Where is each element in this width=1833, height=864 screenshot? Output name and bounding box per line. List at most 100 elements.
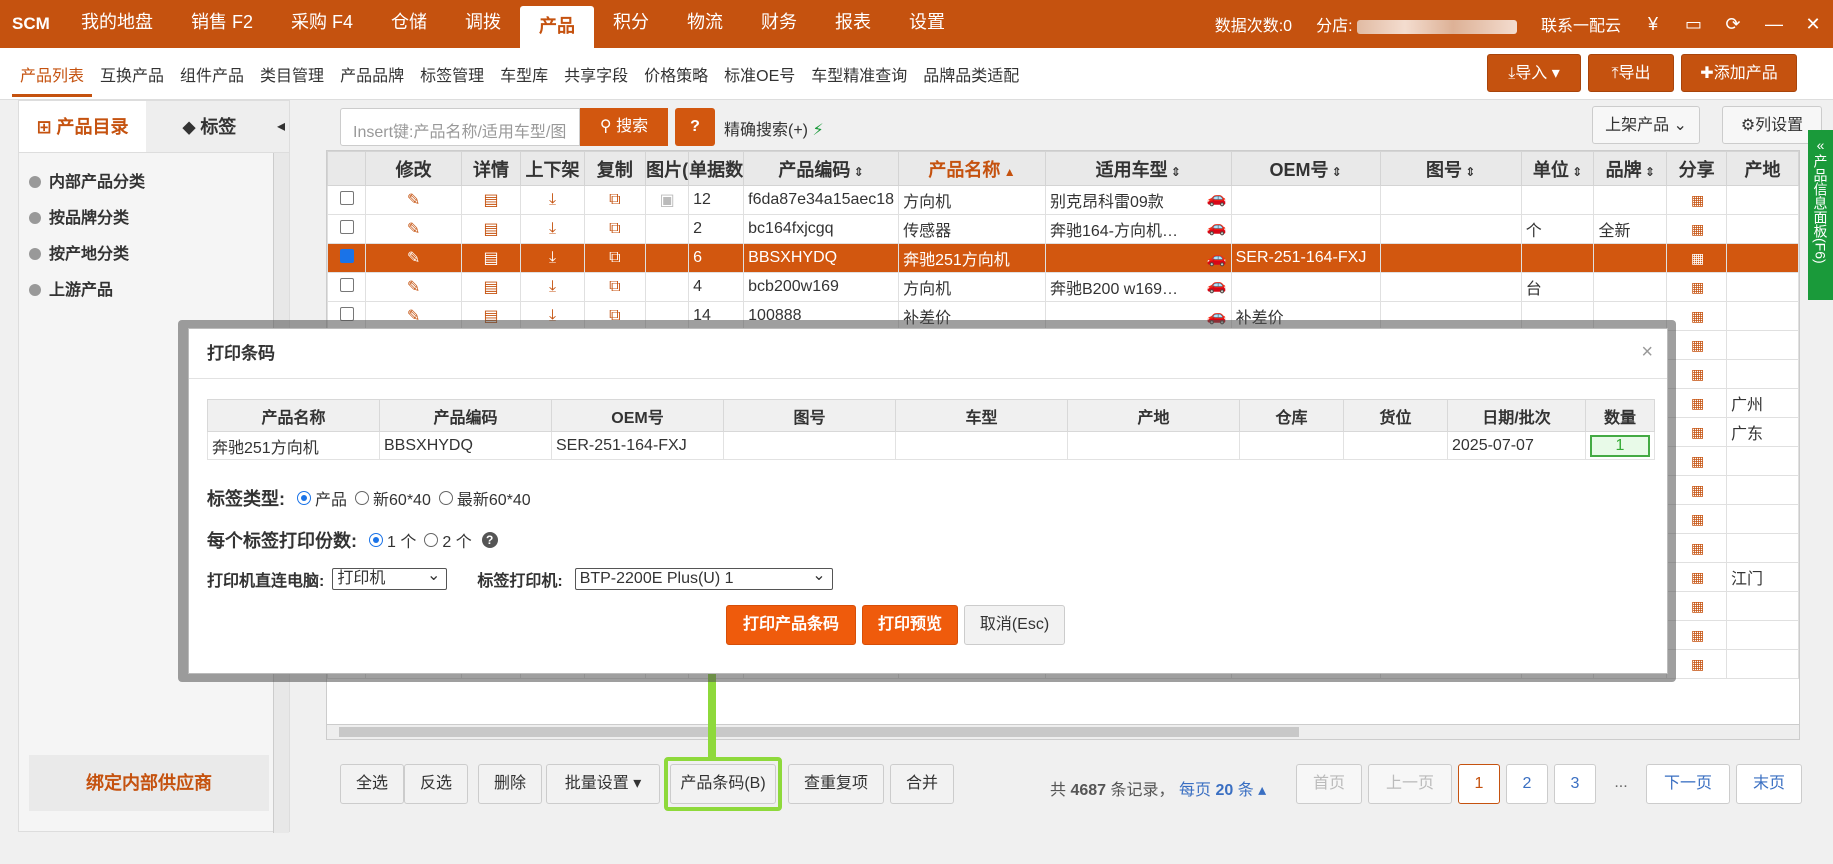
- collapse-left-icon[interactable]: ◂: [273, 101, 289, 152]
- shelf-toggle-icon[interactable]: ⤓: [520, 185, 585, 215]
- subnav-item-5[interactable]: 标签管理: [412, 62, 492, 97]
- batch-settings-button[interactable]: 批量设置 ▾: [546, 764, 660, 804]
- nav-item-4[interactable]: 调拨: [446, 0, 520, 48]
- subnav-item-7[interactable]: 共享字段: [556, 62, 636, 97]
- detail-icon[interactable]: ▤: [460, 272, 522, 302]
- last-page-button[interactable]: 末页: [1736, 764, 1802, 804]
- edit-icon[interactable]: ✎: [365, 214, 462, 244]
- nav-item-7[interactable]: 物流: [668, 0, 742, 48]
- minimize-icon[interactable]: —: [1753, 14, 1793, 35]
- table-row[interactable]: ✎ ▤ ⤓ ⧉ 4 bcb200w169 方向机 奔驰B200 w169… 🚗 台 ▦: [327, 272, 1799, 302]
- label-type-product-radio[interactable]: [297, 491, 311, 505]
- nav-item-2[interactable]: 采购 F4: [272, 0, 372, 48]
- yen-icon[interactable]: ¥: [1633, 14, 1673, 35]
- copies-help-icon[interactable]: ?: [481, 532, 498, 548]
- grid-header-5[interactable]: 单据数: [688, 151, 745, 186]
- grid-header-7[interactable]: 产品名称 ▲: [898, 151, 1046, 186]
- grid-header-0[interactable]: 修改: [365, 151, 462, 186]
- close-icon[interactable]: ✕: [1793, 14, 1833, 35]
- shelf-filter-dropdown[interactable]: 上架产品 ⌄: [1592, 106, 1700, 144]
- grid-header-1[interactable]: 详情: [460, 151, 522, 186]
- merge-button[interactable]: 合并: [890, 764, 954, 804]
- subnav-item-8[interactable]: 价格策略: [636, 62, 716, 97]
- label-printer-select[interactable]: BTP-2200E Plus(U) 1: [574, 566, 833, 590]
- quantity-cell[interactable]: 1: [1585, 431, 1655, 460]
- edit-icon[interactable]: ✎: [365, 185, 462, 215]
- search-button[interactable]: ⚲ 搜索: [580, 108, 668, 146]
- quantity-input[interactable]: 1: [1590, 434, 1650, 457]
- export-button[interactable]: ⤒导出: [1588, 54, 1674, 92]
- table-row[interactable]: ✎ ▤ ⤓ ⧉ ▣ 12 f6da87e34a15aec18 方向机 别克昂科雷09款 🚗 ▦: [327, 185, 1799, 215]
- subnav-item-9[interactable]: 标准OE号: [716, 62, 803, 97]
- row-checkbox[interactable]: [339, 277, 354, 292]
- print-barcode-button[interactable]: 打印产品条码: [726, 605, 856, 645]
- grid-header-2[interactable]: 上下架: [520, 151, 585, 186]
- subnav-item-3[interactable]: 类目管理: [252, 62, 332, 97]
- add-product-button[interactable]: ✚添加产品: [1681, 54, 1797, 92]
- row-checkbox-cell[interactable]: [327, 185, 367, 215]
- grid-header-3[interactable]: 复制: [583, 151, 647, 186]
- column-settings-button[interactable]: ⚙列设置: [1722, 106, 1822, 144]
- table-row[interactable]: ✎ ▤ ⤓ ⧉ 6 BBSXHYDQ 奔驰251方向机 🚗 SER-251-164-FXJ ▦: [327, 243, 1799, 273]
- row-checkbox[interactable]: [339, 248, 354, 263]
- check-duplicates-button[interactable]: 查重复项: [788, 764, 884, 804]
- subnav-item-0[interactable]: 产品列表: [12, 62, 93, 97]
- product-info-panel-tab[interactable]: «产品信息面板(F6): [1808, 130, 1833, 300]
- scroll-thumb[interactable]: [339, 727, 1299, 737]
- cancel-button[interactable]: 取消(Esc): [964, 605, 1065, 645]
- precise-search-link[interactable]: 精确搜索(+) ⚡: [724, 116, 824, 140]
- subnav-item-6[interactable]: 车型库: [492, 62, 556, 97]
- search-input[interactable]: Insert键:产品名称/适用车型/图: [340, 108, 580, 146]
- first-page-button[interactable]: 首页: [1296, 764, 1362, 804]
- message-icon[interactable]: ▭: [1673, 14, 1713, 35]
- nav-item-5[interactable]: 产品: [520, 6, 595, 48]
- car-icon[interactable]: 🚗: [1207, 217, 1227, 237]
- subnav-item-10[interactable]: 车型精准查询: [803, 62, 915, 97]
- nav-item-6[interactable]: 积分: [594, 0, 668, 48]
- refresh-icon[interactable]: ⟳: [1713, 14, 1753, 35]
- category-item-0[interactable]: 内部产品分类: [19, 165, 289, 201]
- share-qr-icon[interactable]: ▦: [1666, 214, 1727, 244]
- copy-icon[interactable]: ⧉: [583, 214, 647, 244]
- nav-item-0[interactable]: 我的地盘: [62, 0, 172, 48]
- nav-item-3[interactable]: 仓储: [372, 0, 446, 48]
- row-checkbox[interactable]: [339, 190, 354, 205]
- share-qr-icon[interactable]: ▦: [1666, 185, 1727, 215]
- delete-button[interactable]: 删除: [478, 764, 542, 804]
- detail-icon[interactable]: ▤: [460, 243, 522, 273]
- grid-header-11[interactable]: 单位 ⇕: [1520, 151, 1595, 186]
- subnav-item-4[interactable]: 产品品牌: [332, 62, 412, 97]
- copy-icon[interactable]: ⧉: [583, 272, 647, 302]
- row-checkbox[interactable]: [339, 219, 354, 234]
- grid-horizontal-scrollbar[interactable]: [326, 724, 1800, 740]
- nav-item-8[interactable]: 财务: [742, 0, 816, 48]
- tab-catalog[interactable]: ⊞ 产品目录: [19, 101, 146, 152]
- category-item-2[interactable]: 按产地分类: [19, 237, 289, 273]
- subnav-item-2[interactable]: 组件产品: [172, 62, 252, 97]
- copy-icon[interactable]: ⧉: [583, 243, 647, 273]
- prev-page-button[interactable]: 上一页: [1368, 764, 1452, 804]
- detail-icon[interactable]: ▤: [460, 185, 522, 215]
- invert-selection-button[interactable]: 反选: [404, 764, 468, 804]
- label-type-new6040-radio[interactable]: [355, 491, 370, 505]
- nav-item-10[interactable]: 设置: [890, 0, 964, 48]
- page-2-button[interactable]: 2: [1506, 764, 1548, 804]
- search-help-button[interactable]: ?: [675, 108, 715, 146]
- table-row[interactable]: ✎ ▤ ⤓ ⧉ 2 bc164fxjcgq 传感器 奔驰164-方向机… 🚗 个全新 ▦: [327, 214, 1799, 244]
- tab-tags[interactable]: ⬥ 标签: [146, 101, 273, 152]
- select-all-button[interactable]: 全选: [340, 764, 404, 804]
- grid-header-14[interactable]: 产地: [1725, 151, 1799, 186]
- copy-icon[interactable]: ⧉: [583, 185, 647, 215]
- grid-header-4[interactable]: 图片(: [645, 151, 690, 186]
- dialog-close-icon[interactable]: ×: [1641, 341, 1653, 364]
- category-item-3[interactable]: 上游产品: [19, 273, 289, 309]
- car-icon[interactable]: 🚗: [1207, 275, 1227, 295]
- import-button[interactable]: ⤓导入 ▾: [1487, 54, 1581, 92]
- next-page-button[interactable]: 下一页: [1646, 764, 1730, 804]
- page-1-button[interactable]: 1: [1458, 764, 1500, 804]
- row-checkbox-cell[interactable]: [327, 214, 367, 244]
- row-checkbox-cell[interactable]: [327, 243, 367, 273]
- grid-header-13[interactable]: 分享: [1666, 151, 1727, 186]
- subnav-item-1[interactable]: 互换产品: [92, 62, 172, 97]
- print-preview-button[interactable]: 打印预览: [862, 605, 958, 645]
